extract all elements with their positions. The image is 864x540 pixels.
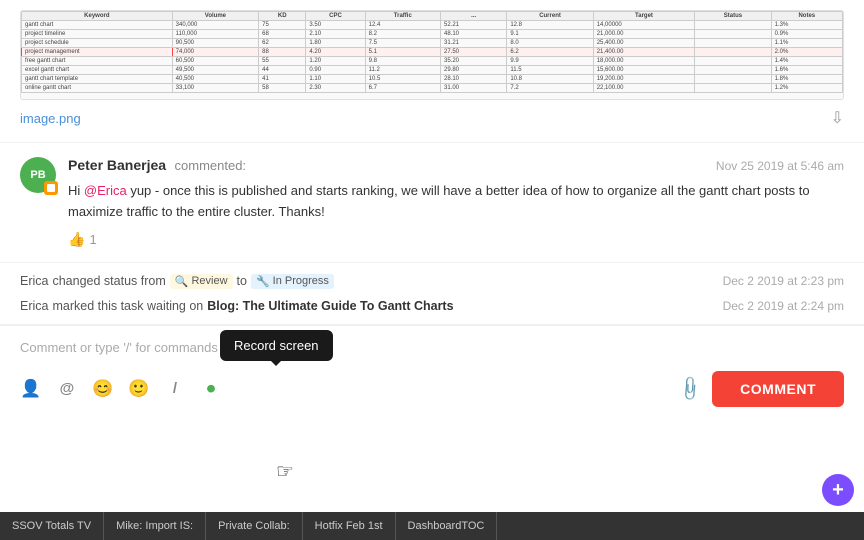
emoji-face-icon[interactable]: 😊 (92, 378, 114, 400)
comment-button[interactable]: COMMENT (712, 371, 844, 407)
avatar: PB (20, 157, 56, 193)
from-emoji: 🔍 (175, 275, 189, 288)
comment-input-area: Comment or type '/' for commands 👤 @ 😊 🙂… (0, 325, 864, 415)
activity-left-2: Erica marked this task waiting on Blog: … (20, 299, 454, 313)
to-emoji: 🔧 (256, 275, 270, 288)
smiley-icon[interactable]: 🙂 (128, 378, 150, 400)
toolbar-right: 📎 COMMENT (679, 371, 844, 407)
taskbar: SSOV Totals TV Mike: Import IS: Private … (0, 512, 864, 540)
cursor-hand: ☞ (276, 459, 294, 484)
commenter-name: Peter Banerjea (68, 157, 166, 173)
record-icon[interactable]: ⏺ (200, 378, 222, 400)
avatar-initials: PB (30, 169, 45, 181)
taskbar-item-4[interactable]: DashboardTOC (396, 512, 498, 540)
taskbar-item-1[interactable]: Mike: Import IS: (104, 512, 206, 540)
badge-icon (47, 184, 55, 192)
at-icon[interactable]: @ (56, 378, 78, 400)
taskbar-item-2[interactable]: Private Collab: (206, 512, 303, 540)
image-filename[interactable]: image.png (20, 111, 81, 126)
comment-placeholder[interactable]: Comment or type '/' for commands (20, 336, 844, 365)
activity-link[interactable]: Blog: The Ultimate Guide To Gantt Charts (207, 299, 453, 313)
activity-to-badge: 🔧 In Progress (251, 274, 334, 289)
comment-body: Peter Banerjea commented: Nov 25 2019 at… (68, 157, 844, 248)
comment-mention[interactable]: @Erica (84, 183, 127, 198)
image-section: KeywordVolumeKDCPCTraffic...CurrentTarge… (0, 0, 864, 143)
taskbar-item-3[interactable]: Hotfix Feb 1st (303, 512, 396, 540)
activity-timestamp-1: Dec 2 2019 at 2:23 pm (723, 274, 844, 288)
activity-from-badge: 🔍 Review (170, 274, 233, 289)
activity-timestamp-2: Dec 2 2019 at 2:24 pm (723, 299, 844, 313)
like-section: 👍 1 (68, 231, 844, 248)
comment-text-before: Hi (68, 183, 84, 198)
download-icon[interactable]: ⇩ (831, 108, 844, 128)
comment-text: Hi @Erica yup - once this is published a… (68, 181, 844, 223)
activity-action-1: changed status from (52, 274, 165, 288)
comment-text-after: yup - once this is published and starts … (68, 183, 810, 219)
comment-header: Peter Banerjea commented: Nov 25 2019 at… (68, 157, 844, 175)
spreadsheet-preview: KeywordVolumeKDCPCTraffic...CurrentTarge… (20, 10, 844, 100)
taskbar-item-0[interactable]: SSOV Totals TV (0, 512, 104, 540)
activity-log: Erica changed status from 🔍 Review to 🔧 … (0, 263, 864, 325)
activity-action-2: marked this task waiting on (52, 299, 203, 313)
from-label: Review (191, 275, 227, 287)
comment-action: commented: (175, 158, 247, 173)
main-container: KeywordVolumeKDCPCTraffic...CurrentTarge… (0, 0, 864, 540)
comment-timestamp: Nov 25 2019 at 5:46 am (716, 159, 844, 173)
attachment-icon[interactable]: 📎 (675, 374, 704, 403)
comment-meta: Peter Banerjea commented: (68, 157, 246, 175)
record-screen-tooltip: Record screen (220, 330, 333, 361)
to-label: In Progress (273, 275, 329, 287)
activity-actor-2: Erica (20, 299, 48, 313)
activity-actor-1: Erica (20, 274, 48, 288)
activity-item: Erica changed status from 🔍 Review to 🔧 … (20, 269, 844, 294)
like-icon[interactable]: 👍 (68, 231, 85, 248)
floating-action-button[interactable]: + (822, 474, 854, 506)
comment-toolbar: 👤 @ 😊 🙂 / ⏺ Record screen 📎 COMMENT (20, 365, 844, 407)
person-icon[interactable]: 👤 (20, 378, 42, 400)
image-footer: image.png ⇩ (20, 108, 844, 128)
activity-left-1: Erica changed status from 🔍 Review to 🔧 … (20, 274, 334, 289)
tooltip-text: Record screen (234, 338, 319, 353)
activity-item-2: Erica marked this task waiting on Blog: … (20, 294, 844, 318)
avatar-badge (44, 181, 58, 195)
slash-icon[interactable]: / (164, 378, 186, 400)
comment-section: PB Peter Banerjea commented: Nov 25 2019… (0, 143, 864, 263)
toolbar-left: 👤 @ 😊 🙂 / ⏺ (20, 378, 222, 400)
activity-to-word: to (237, 274, 247, 288)
like-count: 1 (89, 232, 96, 247)
